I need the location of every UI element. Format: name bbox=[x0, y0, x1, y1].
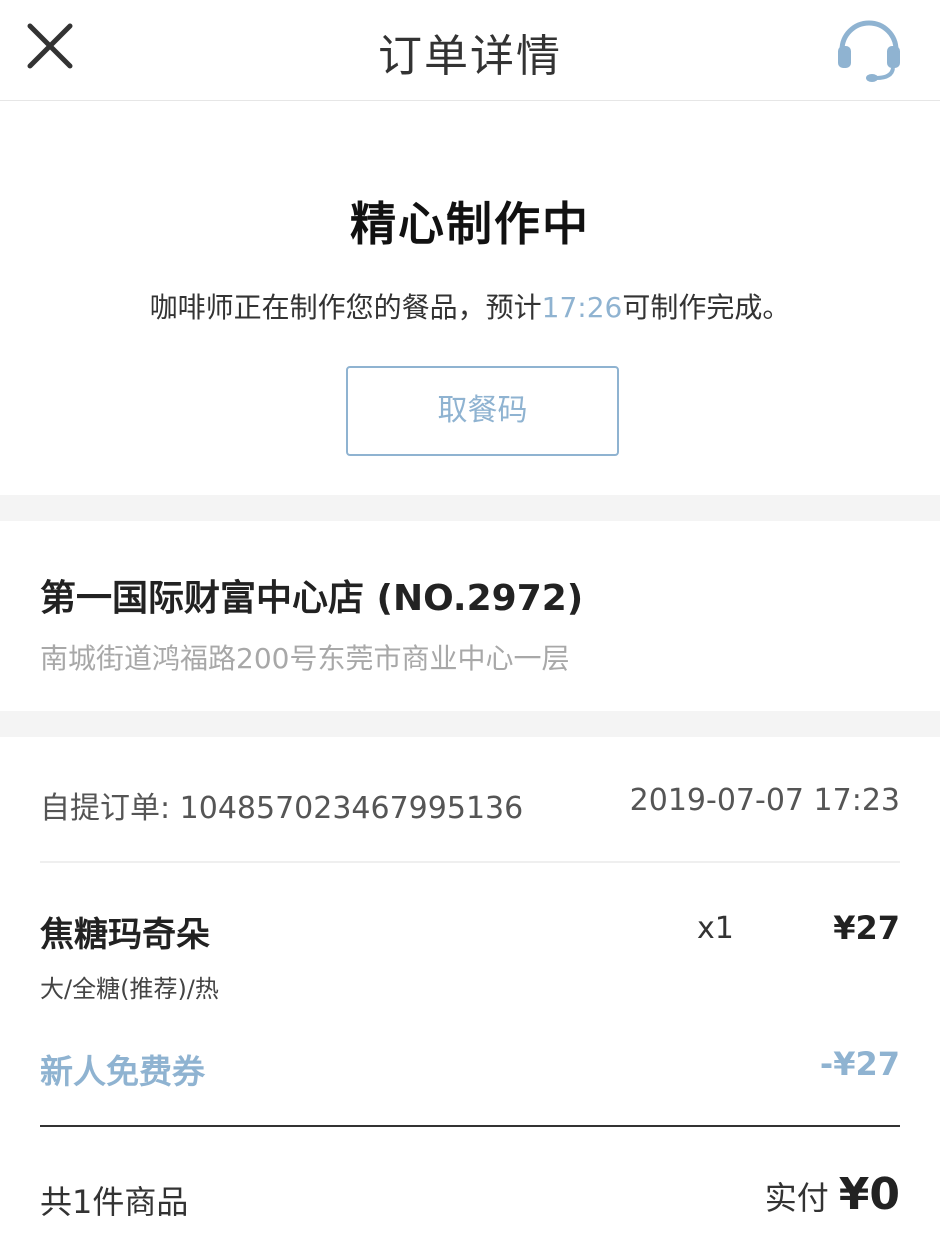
status-desc-after: 可制作完成。 bbox=[622, 291, 791, 324]
store-address: 南城街道鸿福路200号东莞市商业中心一层 bbox=[40, 642, 570, 675]
eta-time: 17:26 bbox=[541, 291, 623, 324]
divider bbox=[40, 861, 900, 863]
paid-label: 实付 bbox=[764, 1179, 829, 1217]
paid-total: 实付 ¥0 bbox=[765, 1169, 900, 1220]
customer-support-button[interactable] bbox=[832, 10, 906, 84]
order-time: 2019-07-07 17:23 bbox=[629, 783, 900, 818]
section-divider bbox=[0, 711, 940, 737]
item-price: ¥27 bbox=[833, 909, 900, 947]
status-title: 精心制作中 bbox=[350, 197, 590, 251]
section-divider bbox=[0, 495, 940, 521]
page-title: 订单详情 bbox=[378, 31, 562, 82]
store-info-section: 第一国际财富中心店 (NO.2972) 南城街道鸿福路200号东莞市商业中心一层 bbox=[0, 521, 940, 711]
pickup-code-button[interactable]: 取餐码 bbox=[346, 366, 619, 456]
headset-icon bbox=[838, 20, 900, 82]
item-name: 焦糖玛奇朵 bbox=[40, 915, 210, 955]
order-status-section: 精心制作中 咖啡师正在制作您的餐品，预计17:26可制作完成。 取餐码 bbox=[0, 102, 940, 495]
order-id: 自提订单: 104857023467995136 bbox=[40, 791, 524, 826]
coupon-amount: -¥27 bbox=[819, 1045, 900, 1083]
top-nav-bar: 订单详情 bbox=[0, 0, 940, 101]
coupon-name: 新人免费券 bbox=[40, 1052, 205, 1091]
item-quantity: x1 bbox=[697, 911, 734, 946]
store-name: 第一国际财富中心店 (NO.2972) bbox=[40, 578, 584, 619]
status-desc-before: 咖啡师正在制作您的餐品，预计 bbox=[149, 291, 542, 324]
paid-amount: ¥0 bbox=[838, 1169, 900, 1220]
total-item-count: 共1件商品 bbox=[40, 1183, 189, 1221]
item-options: 大/全糖(推荐)/热 bbox=[40, 975, 219, 1003]
divider bbox=[40, 1125, 900, 1127]
order-details-section: 自提订单: 104857023467995136 2019-07-07 17:2… bbox=[0, 737, 940, 1238]
status-description: 咖啡师正在制作您的餐品，预计17:26可制作完成。 bbox=[0, 286, 940, 326]
